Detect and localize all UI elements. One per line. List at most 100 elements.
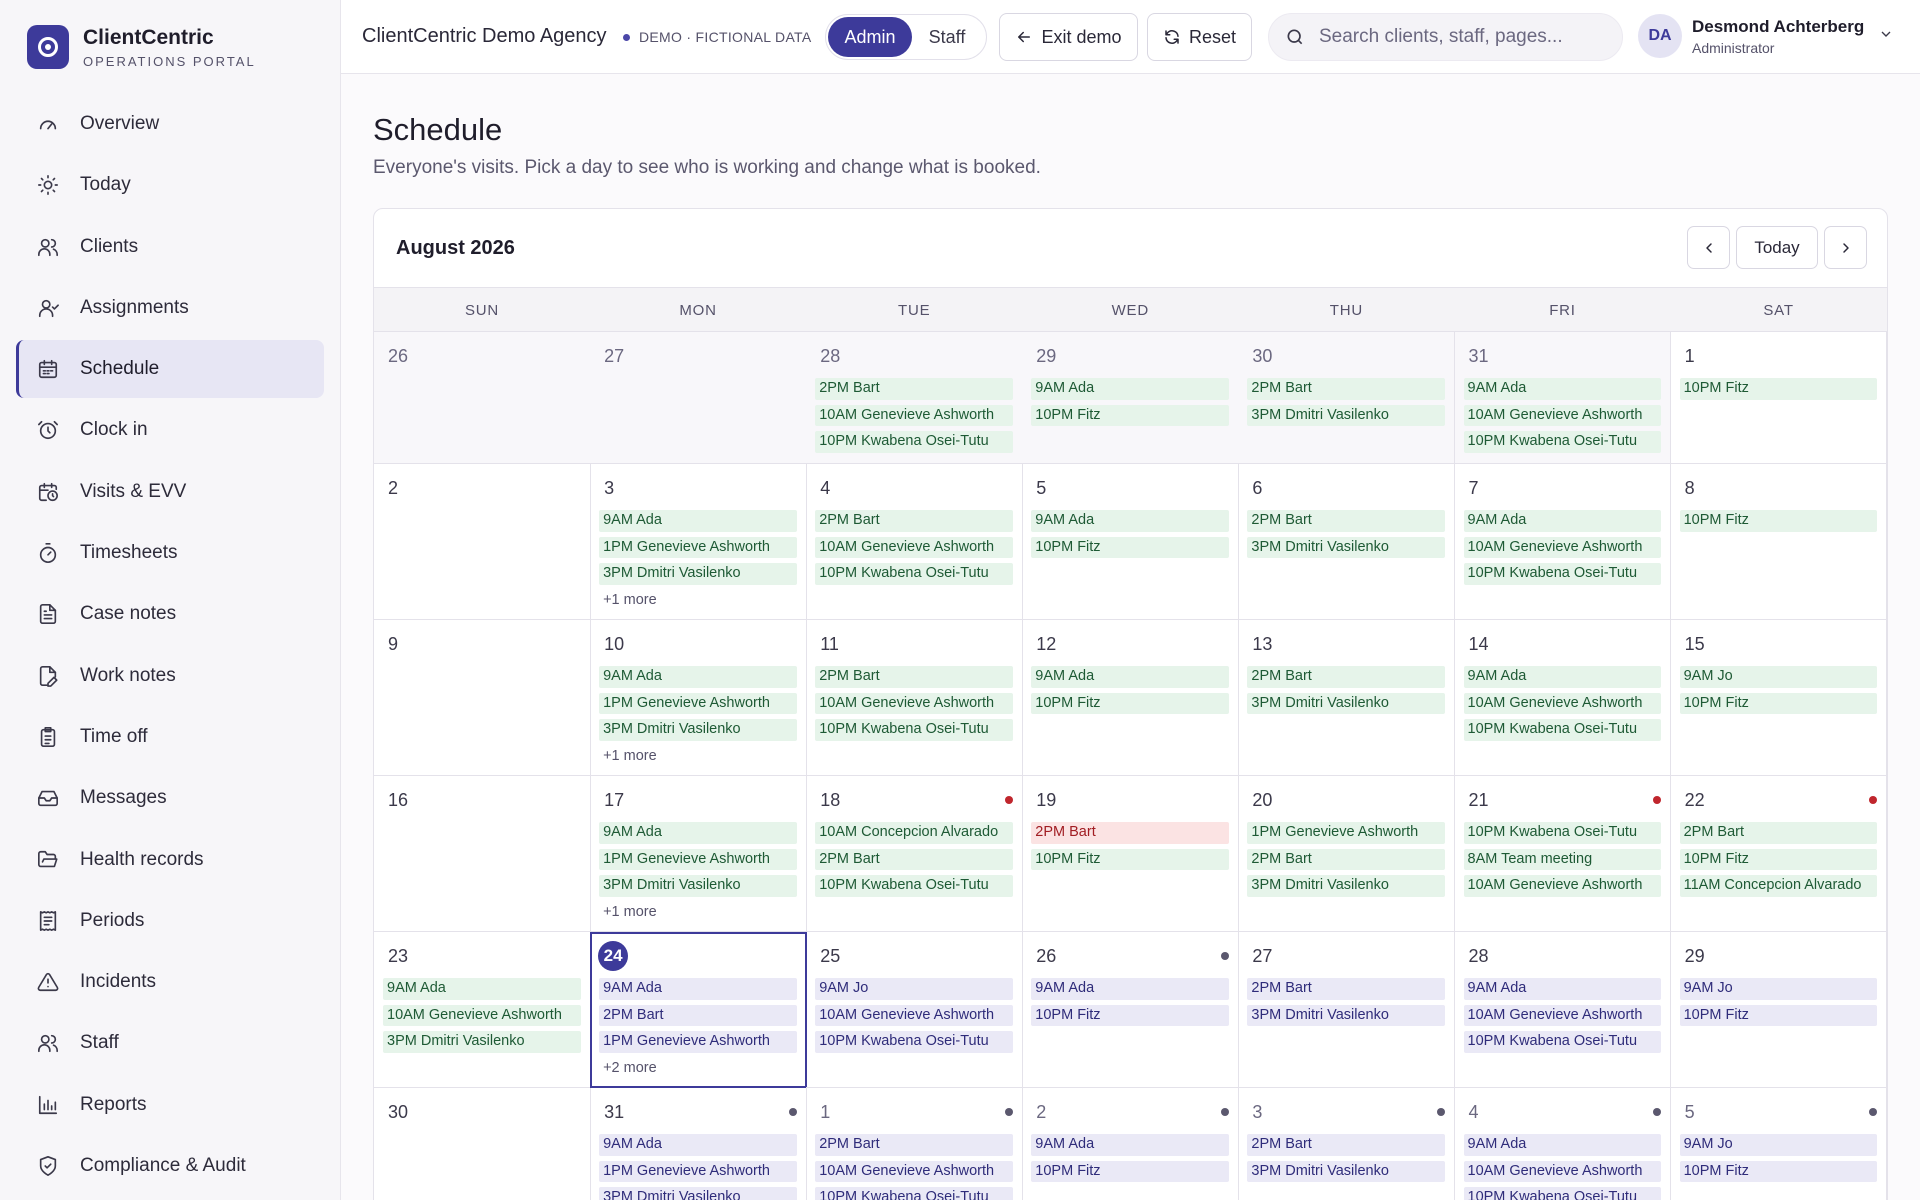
calendar-event[interactable]: 10PM Kwabena Osei-Tutu bbox=[1463, 822, 1662, 844]
calendar-event[interactable]: 9AM Ada bbox=[599, 978, 797, 1000]
calendar-event[interactable]: 2PM Bart bbox=[1247, 378, 1445, 400]
sidebar-item-work-notes[interactable]: Work notes bbox=[16, 647, 324, 705]
calendar-event[interactable]: 10AM Genevieve Ashworth bbox=[1463, 404, 1662, 426]
day-cell[interactable]: 31 9AM Ada 1PM Genevieve Ashworth 3PM Dmitr… bbox=[590, 1088, 807, 1200]
calendar-event[interactable]: 3PM Dmitri Vasilenko bbox=[1247, 404, 1445, 426]
day-cell-today[interactable]: 24 9AM Ada 2PM Bart 1PM Genevieve Ashworth +… bbox=[590, 932, 807, 1088]
calendar-event[interactable]: 10PM Kwabena Osei-Tutu bbox=[815, 875, 1013, 897]
calendar-event[interactable]: 3PM Dmitri Vasilenko bbox=[1247, 692, 1445, 714]
calendar-event[interactable]: 9AM Ada bbox=[1463, 978, 1662, 1000]
calendar-event[interactable]: 2PM Bart bbox=[1247, 510, 1445, 532]
sidebar-item-health-records[interactable]: Health records bbox=[16, 831, 324, 889]
calendar-event[interactable]: 1PM Genevieve Ashworth bbox=[599, 848, 797, 870]
calendar-event[interactable]: 10AM Genevieve Ashworth bbox=[815, 692, 1013, 714]
day-cell[interactable]: 28 2PM Bart 10AM Genevieve Ashworth 10PM Kw… bbox=[806, 332, 1023, 464]
day-cell[interactable]: 1 10PM Fitz bbox=[1670, 332, 1887, 464]
calendar-event[interactable]: 3PM Dmitri Vasilenko bbox=[383, 1031, 581, 1053]
day-cell[interactable]: 20 1PM Genevieve Ashworth 2PM Bart 3PM Dmit… bbox=[1238, 776, 1455, 932]
day-cell[interactable]: 21 10PM Kwabena Osei-Tutu 8AM Team meeting… bbox=[1454, 776, 1672, 932]
day-cell[interactable]: 18 10AM Concepcion Alvarado 2PM Bart 10PM K… bbox=[806, 776, 1023, 932]
calendar-event[interactable]: 9AM Ada bbox=[1031, 978, 1229, 1000]
today-button[interactable]: Today bbox=[1736, 226, 1818, 269]
more-events-link[interactable]: +2 more bbox=[599, 1058, 797, 1079]
calendar-event[interactable]: 10AM Genevieve Ashworth bbox=[1463, 1004, 1662, 1026]
calendar-event[interactable]: 10PM Kwabena Osei-Tutu bbox=[815, 719, 1013, 741]
day-cell[interactable]: 3 2PM Bart 3PM Dmitri Vasilenko bbox=[1238, 1088, 1455, 1200]
sidebar-item-timesheets[interactable]: Timesheets bbox=[16, 524, 324, 582]
calendar-event[interactable]: 9AM Jo bbox=[1679, 978, 1878, 1000]
sidebar-item-today[interactable]: Today bbox=[16, 156, 324, 214]
calendar-event[interactable]: 9AM Ada bbox=[1031, 378, 1229, 400]
calendar-event[interactable]: 10AM Concepcion Alvarado bbox=[815, 822, 1013, 844]
calendar-event[interactable]: 10AM Genevieve Ashworth bbox=[815, 1004, 1013, 1026]
day-cell[interactable]: 10 9AM Ada 1PM Genevieve Ashworth 3PM Dmitr… bbox=[590, 620, 807, 776]
calendar-event[interactable]: 10PM Fitz bbox=[1031, 692, 1229, 714]
next-month-button[interactable] bbox=[1824, 226, 1867, 269]
calendar-event[interactable]: 3PM Dmitri Vasilenko bbox=[1247, 875, 1445, 897]
calendar-event[interactable]: 9AM Ada bbox=[1031, 666, 1229, 688]
user-menu[interactable]: DA Desmond Achterberg Administrator bbox=[1638, 14, 1894, 58]
day-cell[interactable]: 16 bbox=[374, 776, 591, 932]
calendar-event[interactable]: 10AM Genevieve Ashworth bbox=[1463, 1160, 1662, 1182]
calendar-event[interactable]: 3PM Dmitri Vasilenko bbox=[599, 563, 797, 585]
day-cell[interactable]: 3 9AM Ada 1PM Genevieve Ashworth 3PM Dmitri… bbox=[590, 464, 807, 620]
sidebar-item-schedule[interactable]: Schedule bbox=[16, 340, 324, 399]
calendar-event[interactable]: 2PM Bart bbox=[1031, 822, 1229, 844]
calendar-event[interactable]: 2PM Bart bbox=[815, 378, 1013, 400]
calendar-event[interactable]: 9AM Jo bbox=[815, 978, 1013, 1000]
calendar-event[interactable]: 10PM Fitz bbox=[1031, 1004, 1229, 1026]
day-cell[interactable]: 27 2PM Bart 3PM Dmitri Vasilenko bbox=[1238, 932, 1455, 1088]
day-cell[interactable]: 23 9AM Ada 10AM Genevieve Ashworth 3PM Dmit… bbox=[374, 932, 591, 1088]
sidebar-item-time-off[interactable]: Time off bbox=[16, 708, 324, 766]
calendar-event[interactable]: 3PM Dmitri Vasilenko bbox=[1247, 536, 1445, 558]
calendar-event[interactable]: 10AM Genevieve Ashworth bbox=[815, 404, 1013, 426]
day-cell[interactable]: 22 2PM Bart 10PM Fitz 11AM Concepcion Alvar… bbox=[1670, 776, 1887, 932]
day-cell[interactable]: 26 9AM Ada 10PM Fitz bbox=[1022, 932, 1239, 1088]
sidebar-item-case-notes[interactable]: Case notes bbox=[16, 585, 324, 643]
calendar-event[interactable]: 9AM Ada bbox=[1463, 510, 1662, 532]
calendar-event[interactable]: 9AM Ada bbox=[599, 822, 797, 844]
day-cell[interactable]: 5 9AM Ada 10PM Fitz bbox=[1022, 464, 1239, 620]
sidebar-item-staff[interactable]: Staff bbox=[16, 1014, 324, 1072]
day-cell[interactable]: 26 bbox=[374, 332, 591, 464]
calendar-event[interactable]: 10AM Genevieve Ashworth bbox=[815, 1160, 1013, 1182]
calendar-event[interactable]: 10PM Fitz bbox=[1679, 1004, 1878, 1026]
calendar-event[interactable]: 9AM Ada bbox=[383, 978, 581, 1000]
day-cell[interactable]: 1 2PM Bart 10AM Genevieve Ashworth 10PM Kwa… bbox=[806, 1088, 1023, 1200]
calendar-event[interactable]: 3PM Dmitri Vasilenko bbox=[599, 719, 797, 741]
day-cell[interactable]: 6 2PM Bart 3PM Dmitri Vasilenko bbox=[1238, 464, 1455, 620]
day-cell[interactable]: 17 9AM Ada 1PM Genevieve Ashworth 3PM Dmitr… bbox=[590, 776, 807, 932]
sidebar-item-overview[interactable]: Overview bbox=[16, 95, 324, 153]
calendar-event[interactable]: 10PM Fitz bbox=[1679, 510, 1878, 532]
calendar-event[interactable]: 10PM Fitz bbox=[1679, 692, 1878, 714]
day-cell[interactable]: 30 2PM Bart 3PM Dmitri Vasilenko bbox=[1238, 332, 1455, 464]
calendar-event[interactable]: 10PM Fitz bbox=[1031, 848, 1229, 870]
more-events-link[interactable]: +1 more bbox=[599, 902, 797, 923]
day-cell[interactable]: 31 9AM Ada 10AM Genevieve Ashworth 10PM Kwa… bbox=[1454, 332, 1672, 464]
day-cell[interactable]: 19 2PM Bart 10PM Fitz bbox=[1022, 776, 1239, 932]
day-cell[interactable]: 13 2PM Bart 3PM Dmitri Vasilenko bbox=[1238, 620, 1455, 776]
day-cell[interactable]: 30 bbox=[374, 1088, 591, 1200]
sidebar-item-clock-in[interactable]: Clock in bbox=[16, 401, 324, 459]
sidebar-item-clients[interactable]: Clients bbox=[16, 218, 324, 276]
day-cell[interactable]: 25 9AM Jo 10AM Genevieve Ashworth 10PM Kwab… bbox=[806, 932, 1023, 1088]
calendar-event[interactable]: 9AM Ada bbox=[599, 510, 797, 532]
day-cell[interactable]: 2 9AM Ada 10PM Fitz bbox=[1022, 1088, 1239, 1200]
more-events-link[interactable]: +1 more bbox=[599, 590, 797, 611]
sidebar-item-compliance-and-audit[interactable]: Compliance & Audit bbox=[16, 1137, 324, 1195]
day-cell[interactable]: 8 10PM Fitz bbox=[1670, 464, 1887, 620]
calendar-event[interactable]: 9AM Jo bbox=[1679, 666, 1878, 688]
sidebar-item-reports[interactable]: Reports bbox=[16, 1076, 324, 1134]
brand[interactable]: ClientCentric OPERATIONS PORTAL bbox=[27, 25, 256, 69]
calendar-event[interactable]: 9AM Ada bbox=[599, 1134, 797, 1156]
day-cell[interactable]: 7 9AM Ada 10AM Genevieve Ashworth 10PM Kwab… bbox=[1454, 464, 1672, 620]
calendar-event[interactable]: 9AM Jo bbox=[1679, 1134, 1878, 1156]
calendar-event[interactable]: 1PM Genevieve Ashworth bbox=[599, 1160, 797, 1182]
day-cell[interactable]: 4 2PM Bart 10AM Genevieve Ashworth 10PM Kwa… bbox=[806, 464, 1023, 620]
day-cell[interactable]: 12 9AM Ada 10PM Fitz bbox=[1022, 620, 1239, 776]
calendar-event[interactable]: 10PM Fitz bbox=[1031, 1160, 1229, 1182]
calendar-event[interactable]: 10PM Fitz bbox=[1679, 378, 1878, 400]
calendar-event[interactable]: 9AM Ada bbox=[1031, 510, 1229, 532]
calendar-event[interactable]: 9AM Ada bbox=[1031, 1134, 1229, 1156]
search-input[interactable] bbox=[1319, 26, 1609, 48]
